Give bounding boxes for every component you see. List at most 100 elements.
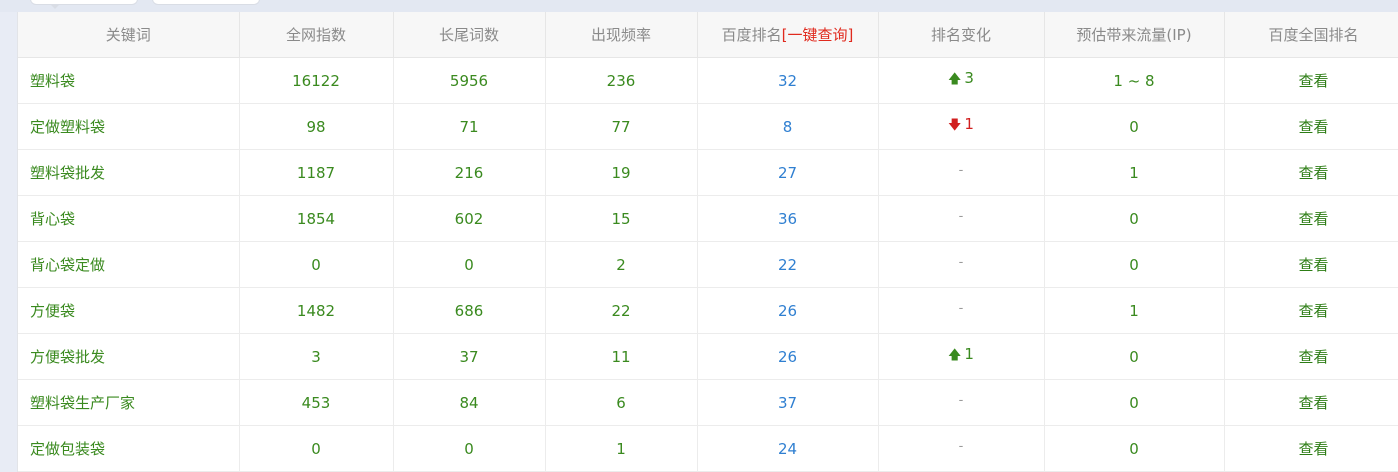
header-rank: 百度排名[一键查询] [697, 12, 879, 58]
cell-traffic: 0 [1044, 379, 1225, 426]
dash-icon: - [958, 254, 964, 270]
table-row: 方便袋批发 3 37 11 26 🡅 1 0 查看 [18, 333, 1398, 380]
one-click-query-link[interactable]: [一键查询] [782, 26, 854, 44]
view-link[interactable]: 查看 [1224, 57, 1398, 104]
view-link[interactable]: 查看 [1224, 195, 1398, 242]
cell-change: - [878, 425, 1045, 472]
table-row: 塑料袋生产厂家 453 84 6 37 - 0 查看 [18, 379, 1398, 426]
cell-rank[interactable]: 37 [697, 379, 879, 426]
header-change[interactable]: 排名变化 [878, 12, 1045, 58]
cell-longtail: 0 [393, 241, 546, 288]
table-row: 背心袋 1854 602 15 36 - 0 查看 [18, 195, 1398, 242]
cell-keyword: 定做塑料袋 [18, 103, 240, 150]
cell-change: - [878, 149, 1045, 196]
view-link[interactable]: 查看 [1224, 241, 1398, 288]
cell-keyword: 塑料袋生产厂家 [18, 379, 240, 426]
cell-change: - [878, 195, 1045, 242]
dash-icon: - [958, 392, 964, 408]
header-frequency[interactable]: 出现频率 [545, 12, 698, 58]
cell-change: 🡇 1 [878, 103, 1045, 150]
tab-1[interactable] [30, 0, 138, 5]
rank-change-up: 🡅 3 [948, 69, 974, 87]
cell-rank[interactable]: 22 [697, 241, 879, 288]
cell-rank[interactable]: 24 [697, 425, 879, 472]
tab-2[interactable] [152, 0, 260, 5]
view-link[interactable]: 查看 [1224, 149, 1398, 196]
rank-change-down: 🡇 1 [948, 115, 974, 133]
cell-rank[interactable]: 26 [697, 287, 879, 334]
cell-keyword: 背心袋 [18, 195, 240, 242]
cell-frequency: 22 [545, 287, 698, 334]
cell-longtail: 602 [393, 195, 546, 242]
cell-rank[interactable]: 32 [697, 57, 879, 104]
dash-icon: - [958, 162, 964, 178]
cell-frequency: 2 [545, 241, 698, 288]
cell-index: 0 [239, 241, 394, 288]
header-rank-label[interactable]: 百度排名 [722, 26, 782, 44]
cell-frequency: 236 [545, 57, 698, 104]
cell-longtail: 0 [393, 425, 546, 472]
view-link[interactable]: 查看 [1224, 103, 1398, 150]
cell-traffic: 0 [1044, 103, 1225, 150]
table-row: 塑料袋 16122 5956 236 32 🡅 3 1 ~ 8 查看 [18, 57, 1398, 104]
cell-change: 🡅 1 [878, 333, 1045, 380]
cell-keyword: 方便袋批发 [18, 333, 240, 380]
cell-index: 453 [239, 379, 394, 426]
view-link[interactable]: 查看 [1224, 425, 1398, 472]
cell-traffic: 0 [1044, 195, 1225, 242]
arrow-down-icon: 🡇 [948, 118, 962, 133]
dash-icon: - [958, 438, 964, 454]
cell-traffic: 0 [1044, 241, 1225, 288]
header-keyword[interactable]: 关键词 [18, 12, 240, 58]
table-header-row: 关键词 全网指数 长尾词数 出现频率 百度排名[一键查询] 排名变化 预估带来流… [18, 12, 1398, 58]
cell-frequency: 77 [545, 103, 698, 150]
cell-frequency: 1 [545, 425, 698, 472]
cell-keyword: 方便袋 [18, 287, 240, 334]
cell-longtail: 37 [393, 333, 546, 380]
header-longtail[interactable]: 长尾词数 [393, 12, 546, 58]
cell-keyword: 定做包装袋 [18, 425, 240, 472]
table-row: 定做塑料袋 98 71 77 8 🡇 1 0 查看 [18, 103, 1398, 150]
cell-keyword: 塑料袋批发 [18, 149, 240, 196]
cell-change: - [878, 379, 1045, 426]
cell-index: 1187 [239, 149, 394, 196]
view-link[interactable]: 查看 [1224, 379, 1398, 426]
cell-rank[interactable]: 8 [697, 103, 879, 150]
view-link[interactable]: 查看 [1224, 287, 1398, 334]
cell-index: 1854 [239, 195, 394, 242]
cell-keyword: 背心袋定做 [18, 241, 240, 288]
cell-longtail: 216 [393, 149, 546, 196]
cell-traffic: 1 ~ 8 [1044, 57, 1225, 104]
cell-traffic: 0 [1044, 425, 1225, 472]
cell-longtail: 5956 [393, 57, 546, 104]
cell-index: 0 [239, 425, 394, 472]
arrow-up-icon: 🡅 [948, 348, 962, 363]
cell-rank[interactable]: 27 [697, 149, 879, 196]
cell-index: 98 [239, 103, 394, 150]
keyword-rank-table: 关键词 全网指数 长尾词数 出现频率 百度排名[一键查询] 排名变化 预估带来流… [18, 12, 1398, 472]
header-index[interactable]: 全网指数 [239, 12, 394, 58]
dash-icon: - [958, 300, 964, 316]
header-traffic[interactable]: 预估带来流量(IP) [1044, 12, 1225, 58]
table-row: 塑料袋批发 1187 216 19 27 - 1 查看 [18, 149, 1398, 196]
cell-longtail: 84 [393, 379, 546, 426]
cell-keyword: 塑料袋 [18, 57, 240, 104]
cell-rank[interactable]: 36 [697, 195, 879, 242]
cell-index: 3 [239, 333, 394, 380]
arrow-up-icon: 🡅 [948, 72, 962, 87]
cell-traffic: 1 [1044, 149, 1225, 196]
cell-rank[interactable]: 26 [697, 333, 879, 380]
cell-change: 🡅 3 [878, 57, 1045, 104]
active-tab-caret [50, 4, 60, 9]
table-row: 背心袋定做 0 0 2 22-0 查看 [18, 241, 1398, 288]
cell-traffic: 1 [1044, 287, 1225, 334]
header-national: 百度全国排名 [1224, 12, 1398, 58]
table-row: 定做包装袋 0 0 1 24-0 查看 [18, 425, 1398, 472]
keyword-rank-table-container: 关键词 全网指数 长尾词数 出现频率 百度排名[一键查询] 排名变化 预估带来流… [17, 12, 1398, 472]
cell-frequency: 19 [545, 149, 698, 196]
view-link[interactable]: 查看 [1224, 333, 1398, 380]
cell-index: 1482 [239, 287, 394, 334]
cell-frequency: 11 [545, 333, 698, 380]
cell-traffic: 0 [1044, 333, 1225, 380]
rank-change-up: 🡅 1 [948, 345, 974, 363]
